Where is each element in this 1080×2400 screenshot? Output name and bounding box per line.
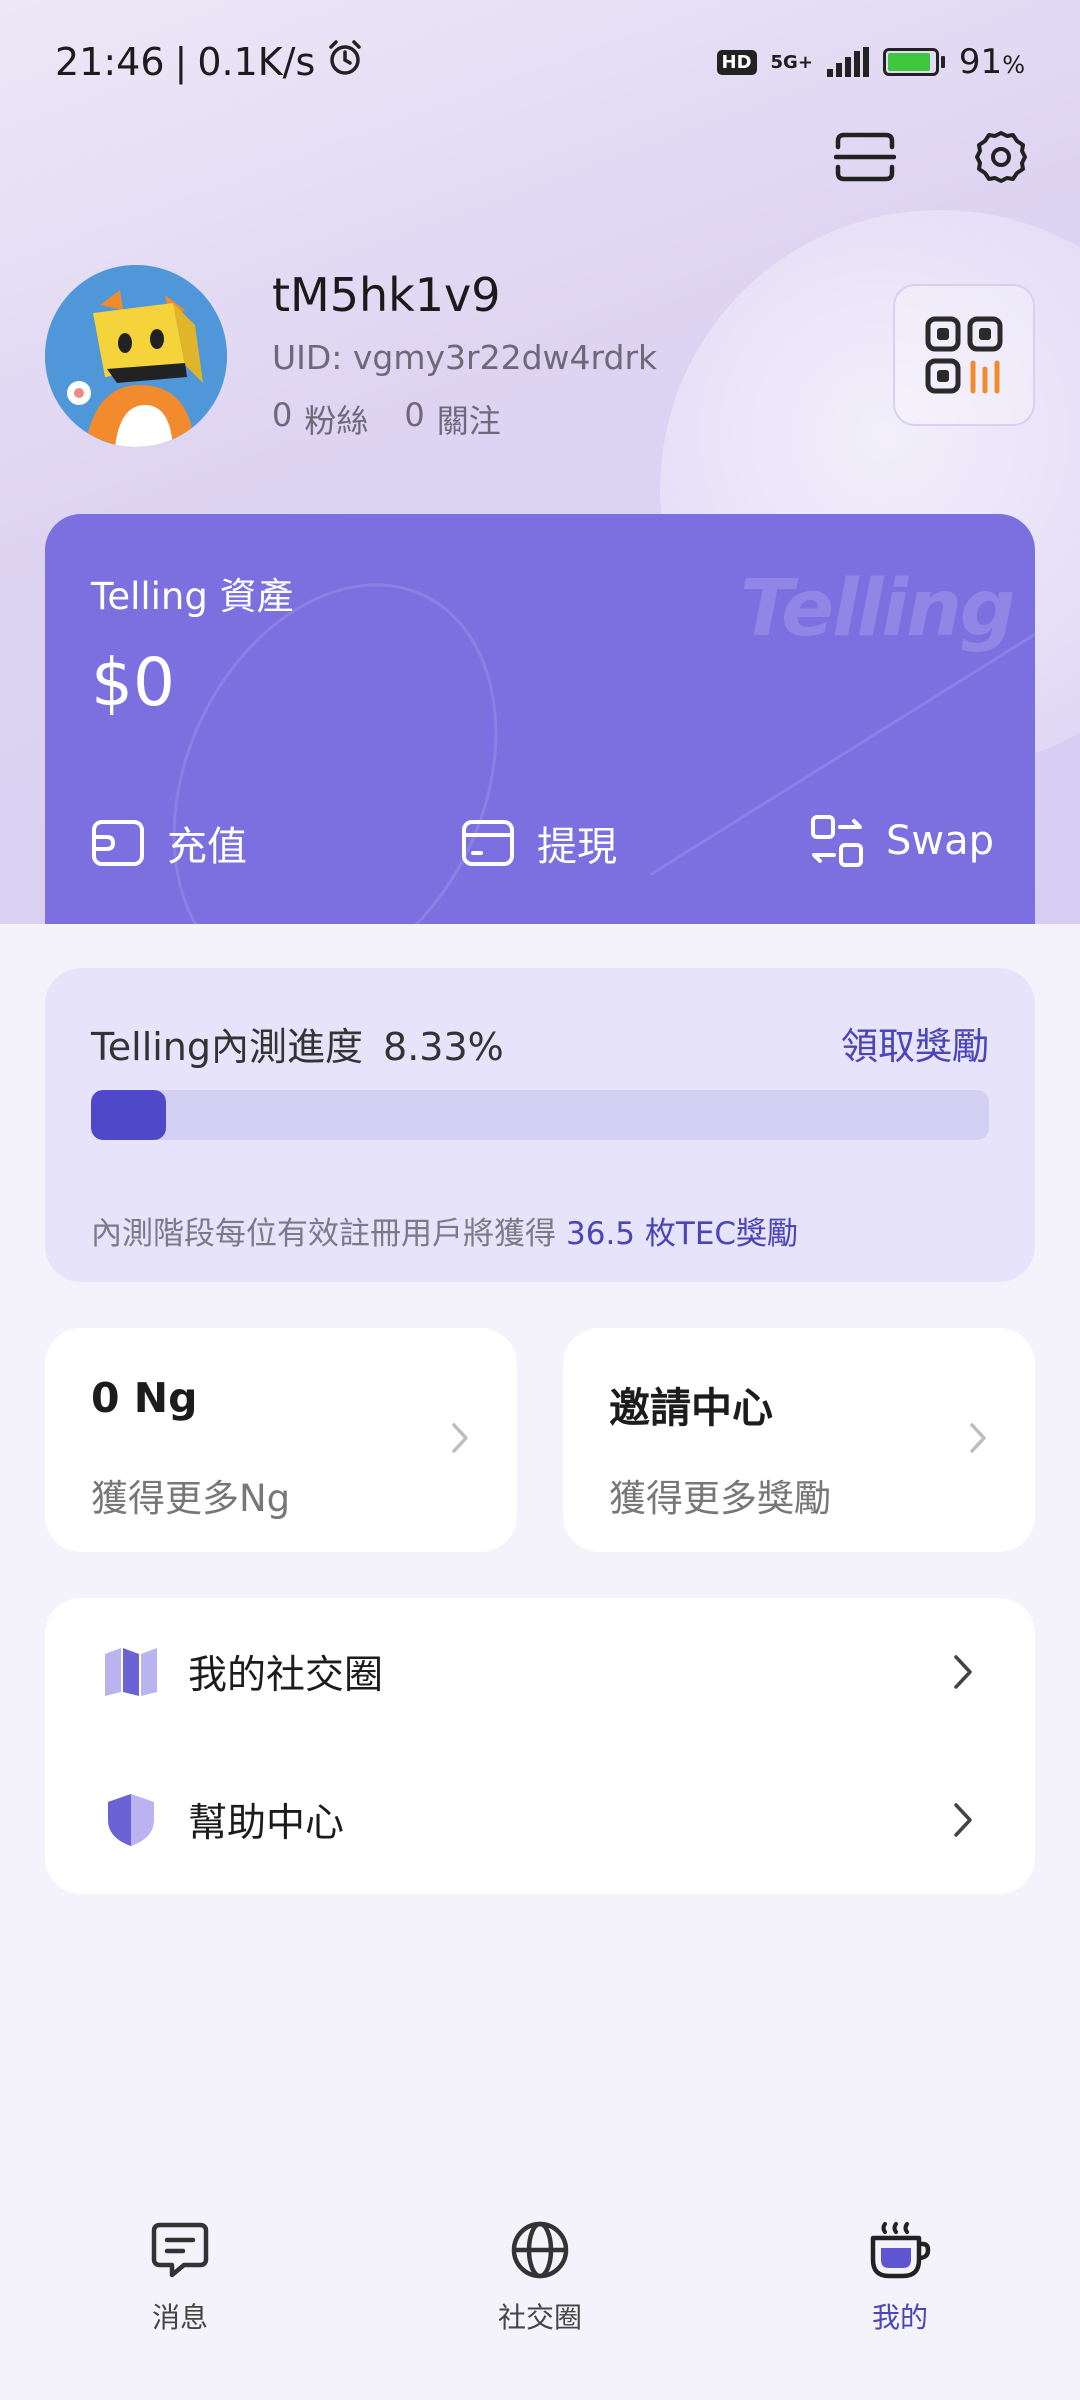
- chevron-right-icon: [970, 1423, 986, 1453]
- status-time: 21:46: [55, 40, 165, 84]
- user-uid: UID: vgmy3r22dw4rdrk: [272, 338, 658, 377]
- status-bar: 21:46 | 0.1K/s HD 5G+ 91%: [55, 36, 1025, 88]
- progress-label: Telling內測進度 8.33%: [91, 1016, 504, 1071]
- follow-stats: 0 粉絲 0 關注: [272, 396, 501, 442]
- asset-title: Telling 資產: [91, 575, 294, 618]
- following-count: 0: [404, 396, 425, 434]
- nav-social-label: 社交圈: [497, 2301, 582, 2334]
- status-right: HD 5G+ 91%: [716, 42, 1025, 82]
- message-icon: [148, 2218, 212, 2282]
- following-label: 關注: [436, 402, 501, 440]
- menu-list: 我的社交圈 幫助中心: [45, 1598, 1035, 1894]
- username: tM5hk1v9: [272, 268, 501, 322]
- progress-percent: 8.33%: [383, 1025, 504, 1069]
- withdraw-label: 提現: [537, 824, 617, 870]
- progress-note: 內測階段每位有效註冊用戶將獲得 36.5 枚TEC獎勵: [91, 1208, 798, 1253]
- wallet-icon: [92, 820, 144, 866]
- invite-subtitle: 獲得更多獎勵: [609, 1477, 831, 1520]
- shield-icon: [101, 1790, 161, 1850]
- qr-code-button[interactable]: [893, 284, 1035, 426]
- following-stat[interactable]: 0 關注: [404, 396, 500, 442]
- status-left: 21:46 | 0.1K/s: [55, 38, 365, 87]
- card-icon: [462, 820, 514, 866]
- reward-amount: 36.5 枚TEC獎勵: [566, 1216, 799, 1252]
- menu-item-social-circle[interactable]: 我的社交圈: [45, 1612, 1035, 1732]
- swap-icon: [811, 815, 863, 867]
- beta-progress-card: Telling內測進度 8.33% 領取獎勵 內測階段每位有效註冊用戶將獲得 36.…: [45, 968, 1035, 1282]
- status-net-speed: 0.1K/s: [197, 40, 316, 84]
- nav-social[interactable]: 社交圈: [440, 2190, 640, 2400]
- chevron-right-icon: [452, 1423, 468, 1453]
- map-icon: [101, 1642, 161, 1702]
- claim-reward-link[interactable]: 領取獎勵: [841, 1016, 989, 1070]
- progress-bar: [91, 1090, 989, 1140]
- withdraw-button[interactable]: 提現: [461, 814, 617, 872]
- battery-percent: 91%: [958, 42, 1025, 82]
- asset-card: Telling Telling 資產 $0 充值 提現 Swap: [45, 514, 1035, 924]
- globe-icon: [508, 2218, 572, 2282]
- progress-bar-fill: [91, 1090, 166, 1140]
- recharge-label: 充值: [167, 824, 247, 870]
- invite-title: 邀請中心: [609, 1384, 773, 1432]
- signal-icon: [826, 47, 869, 77]
- recharge-button[interactable]: 充值: [91, 814, 247, 872]
- help-center-label: 幫助中心: [188, 1801, 345, 1846]
- ng-card[interactable]: 0 Ng 獲得更多Ng: [45, 1328, 517, 1552]
- scan-icon: [834, 132, 896, 182]
- ng-subtitle: 獲得更多Ng: [91, 1477, 291, 1520]
- swap-label: Swap: [886, 818, 995, 864]
- social-circle-label: 我的社交圈: [188, 1653, 384, 1698]
- coffee-cup-icon: [868, 2218, 932, 2282]
- nav-messages[interactable]: 消息: [80, 2190, 280, 2400]
- hd-badge: HD: [716, 49, 757, 75]
- ng-title: 0 Ng: [91, 1374, 198, 1422]
- progress-title: Telling內測進度: [91, 1025, 364, 1069]
- menu-item-help-center[interactable]: 幫助中心: [45, 1760, 1035, 1880]
- invite-center-card[interactable]: 邀請中心 獲得更多獎勵: [563, 1328, 1035, 1552]
- scan-button[interactable]: [830, 122, 900, 192]
- avatar[interactable]: [45, 265, 227, 447]
- followers-count: 0: [272, 396, 293, 434]
- swap-button[interactable]: Swap: [810, 814, 994, 868]
- chevron-right-icon: [954, 1803, 972, 1837]
- battery-icon: [882, 48, 945, 76]
- bottom-navigation: 消息 社交圈 我的: [0, 2190, 1080, 2400]
- nav-messages-label: 消息: [151, 2301, 208, 2334]
- network-type: 5G+: [770, 51, 813, 73]
- status-divider: |: [174, 40, 188, 84]
- asset-value: $0: [91, 644, 175, 721]
- chevron-right-icon: [954, 1655, 972, 1689]
- asset-watermark: Telling: [740, 564, 1016, 654]
- settings-button[interactable]: [966, 122, 1036, 192]
- alarm-icon: [325, 38, 365, 87]
- nav-me[interactable]: 我的: [800, 2190, 1000, 2400]
- gear-icon: [975, 131, 1027, 183]
- nav-me-label: 我的: [871, 2301, 928, 2334]
- followers-label: 粉絲: [304, 402, 369, 440]
- progress-note-text: 內測階段每位有效註冊用戶將獲得: [91, 1216, 556, 1252]
- followers-stat[interactable]: 0 粉絲: [272, 396, 368, 442]
- qr-code-icon: [925, 316, 1003, 394]
- avatar-image: [45, 265, 227, 447]
